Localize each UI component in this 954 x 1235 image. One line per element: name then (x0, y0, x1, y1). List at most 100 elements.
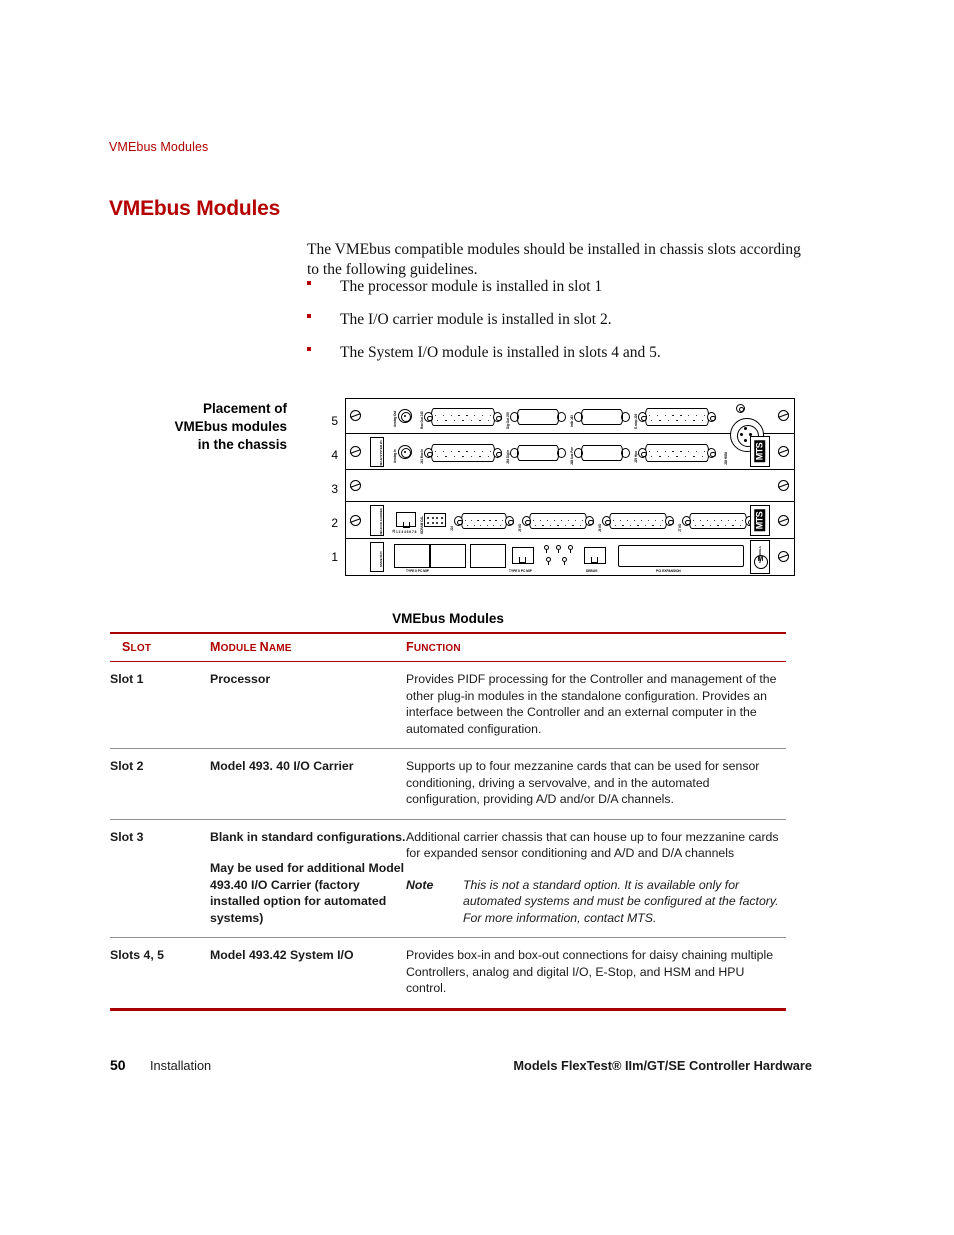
table-header-row: SLOT MODULE NAME FUNCTION (110, 632, 786, 662)
mts-logo-label: MTS (754, 509, 766, 532)
document-page: VMEbus Modules VMEbus Modules The VMEbus… (0, 0, 954, 1235)
pc-mip-slot-c (470, 544, 506, 568)
figure-caption-line-2: VMEbus modules (174, 419, 287, 434)
cell-function: Additional carrier chassis that can hous… (406, 819, 786, 938)
slot-number-column: 5 4 3 2 1 (316, 398, 338, 578)
scram-cal-dip-block (424, 513, 446, 527)
column-header-module-rest1: ODULE (220, 643, 260, 654)
module-name-line: Blank in standard configurations. (210, 829, 406, 844)
module-plate-493-40-io-carrier: 493.40 I/O CARRIER (370, 505, 384, 536)
function-text: Provides PIDF processing for the Control… (406, 672, 777, 736)
ejector-screw-icon (778, 515, 789, 526)
status-led-2-icon (556, 545, 561, 553)
j26-estop-connector (638, 408, 716, 426)
module-plate-label: 493.40 I/O CARRIER (379, 508, 383, 535)
motorola-logo-icon (754, 555, 768, 569)
mts-logo-label: MTS (754, 440, 766, 463)
cell-slot: Slots 4, 5 (110, 937, 210, 1011)
list-item-label: The System I/O module is installed in sl… (340, 344, 661, 361)
table-body: Slot 1 Processor Provides PIDF processin… (110, 661, 786, 1011)
cell-function: Supports up to four mezzanine cards that… (406, 748, 786, 820)
bullet-square-icon (307, 314, 311, 318)
module-name-line: May be used for additional Model 493.40 … (210, 861, 405, 925)
table-row: Slot 2 Model 493. 40 I/O Carrier Support… (110, 748, 786, 820)
j7-io-connector (682, 513, 754, 529)
column-header-function-rest: UNCTION (413, 643, 461, 654)
module-plate-mvme-5100: MVME 5100 (370, 542, 384, 572)
status-led-1-icon (544, 545, 549, 553)
note-text: This is not a standard option. It is ava… (463, 877, 779, 925)
column-header-slot-cap: S (122, 640, 131, 654)
j41-box-in-connector (424, 444, 502, 462)
connector-label-analog-in: Analog In (393, 449, 397, 463)
hsm-connector-ear-top (736, 404, 745, 413)
analog-in-bnc-connector (398, 445, 412, 459)
j6-io-connector (602, 513, 674, 529)
connector-label-j28-hsm: J28 HSM (724, 452, 728, 465)
mts-logo-plate-lower: MTS (750, 505, 770, 536)
chassis-figure: 5 4 3 2 1 Analog Out Box Out J40 Dig Out… (316, 398, 796, 578)
analog-out-bnc-connector (398, 409, 412, 423)
ethernet-rj45-connector (512, 547, 534, 564)
function-text: Provides box-in and box-out connections … (406, 948, 774, 995)
figure-caption-line-3: in the chassis (197, 437, 287, 452)
chassis-body: Analog Out Box Out J40 Dig Out J55 Intlk… (345, 398, 795, 576)
function-text: Supports up to four mezzanine cards that… (406, 759, 760, 806)
module-plate-493-42-system-io: 493.42 SYSTEM I/O (370, 437, 384, 467)
status-led-5-icon (562, 557, 567, 565)
slot-3-rail (346, 470, 794, 502)
module-name-line: Processor (210, 672, 271, 686)
function-text: Additional carrier chassis that can hous… (406, 829, 779, 861)
j43-interlock-connector (574, 408, 630, 426)
slot-1-rail: MVME 5100 TYPE II PC MIP TYPE II PC MIP … (346, 539, 794, 575)
footer-section-name: Installation (150, 1058, 212, 1073)
module-name-line: Model 493. 40 I/O Carrier (210, 759, 354, 773)
debug-rj45-connector (584, 547, 606, 564)
note-label: Note (406, 877, 434, 892)
ejector-screw-icon (350, 480, 361, 491)
pci-expansion-label: PCI EXPANSION (656, 569, 681, 573)
slot-4-rail: 493.42 SYSTEM I/O Analog In J41 Box In J… (346, 418, 794, 470)
motorola-brand-plate: MOTOROLA (750, 540, 770, 574)
slot-number-4: 4 (331, 448, 338, 462)
bullet-square-icon (307, 347, 311, 351)
cell-function: Provides PIDF processing for the Control… (406, 661, 786, 749)
guidelines-list: The processor module is installed in slo… (307, 277, 812, 376)
list-item: The System I/O module is installed in sl… (307, 343, 812, 376)
j55-dig-out-connector (510, 408, 566, 426)
module-plate-label: MVME 5100 (379, 551, 383, 567)
page-title: VMEbus Modules (109, 197, 281, 221)
j10-connector (454, 513, 514, 529)
type2-pc-mip-label-a: TYPE II PC MIP (406, 569, 429, 573)
ejector-screw-icon (350, 446, 361, 457)
list-item: The I/O carrier module is installed in s… (307, 310, 812, 343)
running-header: VMEbus Modules (109, 140, 209, 154)
intro-paragraph: The VMEbus compatible modules should be … (307, 240, 801, 279)
status-led-4-icon (546, 557, 551, 565)
table-header: SLOT MODULE NAME FUNCTION (110, 632, 786, 662)
table-row: Slot 1 Processor Provides PIDF processin… (110, 661, 786, 749)
column-header-slot-rest: LOT (130, 643, 152, 654)
cell-slot: Slot 3 (110, 819, 210, 938)
cell-slot: Slot 1 (110, 661, 210, 749)
ejector-screw-icon (350, 515, 361, 526)
mts-logo-plate-upper: MTS (750, 436, 770, 467)
cell-module-name: Model 493.42 System I/O (210, 937, 406, 1011)
footer-page-number: 50 (110, 1057, 126, 1073)
table-row: Slots 4, 5 Model 493.42 System I/O Provi… (110, 937, 786, 1011)
pc-mip-slot-a (394, 544, 430, 568)
table-title: VMEbus Modules (392, 611, 504, 626)
slot-5-rail: Analog Out Box Out J40 Dig Out J55 Intlk… (346, 399, 794, 434)
cell-function: Provides box-in and box-out connections … (406, 937, 786, 1011)
list-item: The processor module is installed in slo… (307, 277, 812, 310)
function-note: Note This is not a standard option. It i… (406, 877, 786, 927)
table-row: Slot 3 Blank in standard configurations.… (110, 819, 786, 938)
column-header-module-rest2: AME (268, 643, 292, 654)
footer-document-title: Models FlexTest® IIm/GT/SE Controller Ha… (513, 1058, 812, 1073)
slot-number-3: 3 (331, 482, 338, 496)
column-header-module-cap2: N (259, 640, 269, 654)
pc-mip-slot-b (430, 544, 466, 568)
module-plate-label: 493.42 SYSTEM I/O (379, 440, 383, 466)
slot-2-rail: 493.40 I/O CARRIER J3 1 2 3 4 5 6 7 8 SC… (346, 502, 794, 539)
debug-label: DEBUG (586, 569, 598, 573)
